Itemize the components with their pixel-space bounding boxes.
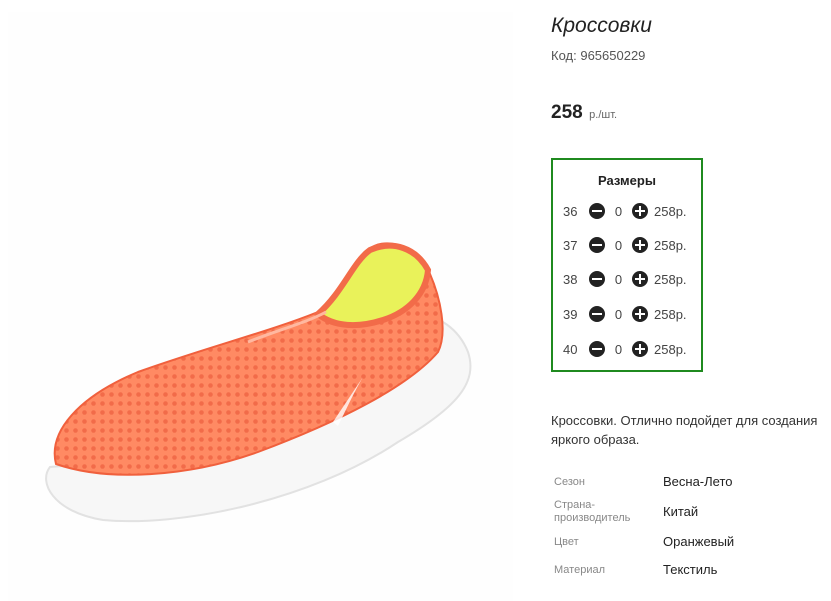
attribute-value: Китай — [663, 504, 699, 519]
attribute-label: Материал — [554, 564, 605, 576]
size-row: 36 0 258р. — [563, 201, 687, 221]
attribute-value: Весна-Лето — [663, 474, 733, 489]
minus-circle-icon[interactable] — [589, 237, 605, 253]
size-row: 40 0 258р. — [563, 339, 687, 359]
sizes-title: Размеры — [598, 173, 656, 188]
product-price: 258 р./шт. — [551, 102, 617, 124]
size-row: 37 0 258р. — [563, 235, 687, 255]
attribute-label: Сезон — [554, 476, 585, 488]
product-code: Код: 965650229 — [551, 48, 645, 63]
product-code-value: 965650229 — [580, 48, 646, 63]
quantity-value: 0 — [614, 237, 623, 253]
minus-circle-icon[interactable] — [589, 306, 605, 322]
size-price: 258р. — [654, 203, 687, 219]
price-unit: р./шт. — [589, 109, 618, 121]
attribute-label: Цвет — [554, 536, 579, 548]
quantity-value: 0 — [614, 306, 623, 322]
quantity-value: 0 — [614, 271, 623, 287]
minus-circle-icon[interactable] — [589, 341, 605, 357]
quantity-value: 0 — [614, 341, 623, 357]
sizes-panel: Размеры 36 0 258р. 37 0 258р. 38 0 258р.… — [551, 158, 703, 372]
plus-circle-icon[interactable] — [632, 271, 648, 287]
size-row: 38 0 258р. — [563, 269, 687, 289]
price-value: 258 — [551, 102, 583, 123]
product-description: Кроссовки. Отлично подойдет для создания… — [551, 413, 818, 447]
size-number: 38 — [563, 271, 578, 287]
plus-circle-icon[interactable] — [632, 306, 648, 322]
size-number: 40 — [563, 341, 578, 357]
size-price: 258р. — [654, 271, 687, 287]
product-title: Кроссовки — [551, 14, 652, 37]
size-price: 258р. — [654, 237, 687, 253]
sneaker-illustration — [45, 242, 472, 523]
size-number: 37 — [563, 237, 578, 253]
quantity-value: 0 — [614, 203, 623, 219]
plus-circle-icon[interactable] — [632, 203, 648, 219]
product-image[interactable] — [8, 12, 513, 601]
size-price: 258р. — [654, 306, 687, 322]
plus-circle-icon[interactable] — [632, 237, 648, 253]
attribute-label: Страна-производитель — [554, 499, 631, 524]
plus-circle-icon[interactable] — [632, 341, 648, 357]
attribute-value: Оранжевый — [663, 534, 735, 549]
size-number: 36 — [563, 203, 578, 219]
attribute-value: Текстиль — [663, 562, 718, 577]
product-code-label: Код: — [551, 48, 577, 63]
minus-circle-icon[interactable] — [589, 271, 605, 287]
minus-circle-icon[interactable] — [589, 203, 605, 219]
size-price: 258р. — [654, 341, 687, 357]
size-row: 39 0 258р. — [563, 304, 687, 324]
size-number: 39 — [563, 306, 578, 322]
